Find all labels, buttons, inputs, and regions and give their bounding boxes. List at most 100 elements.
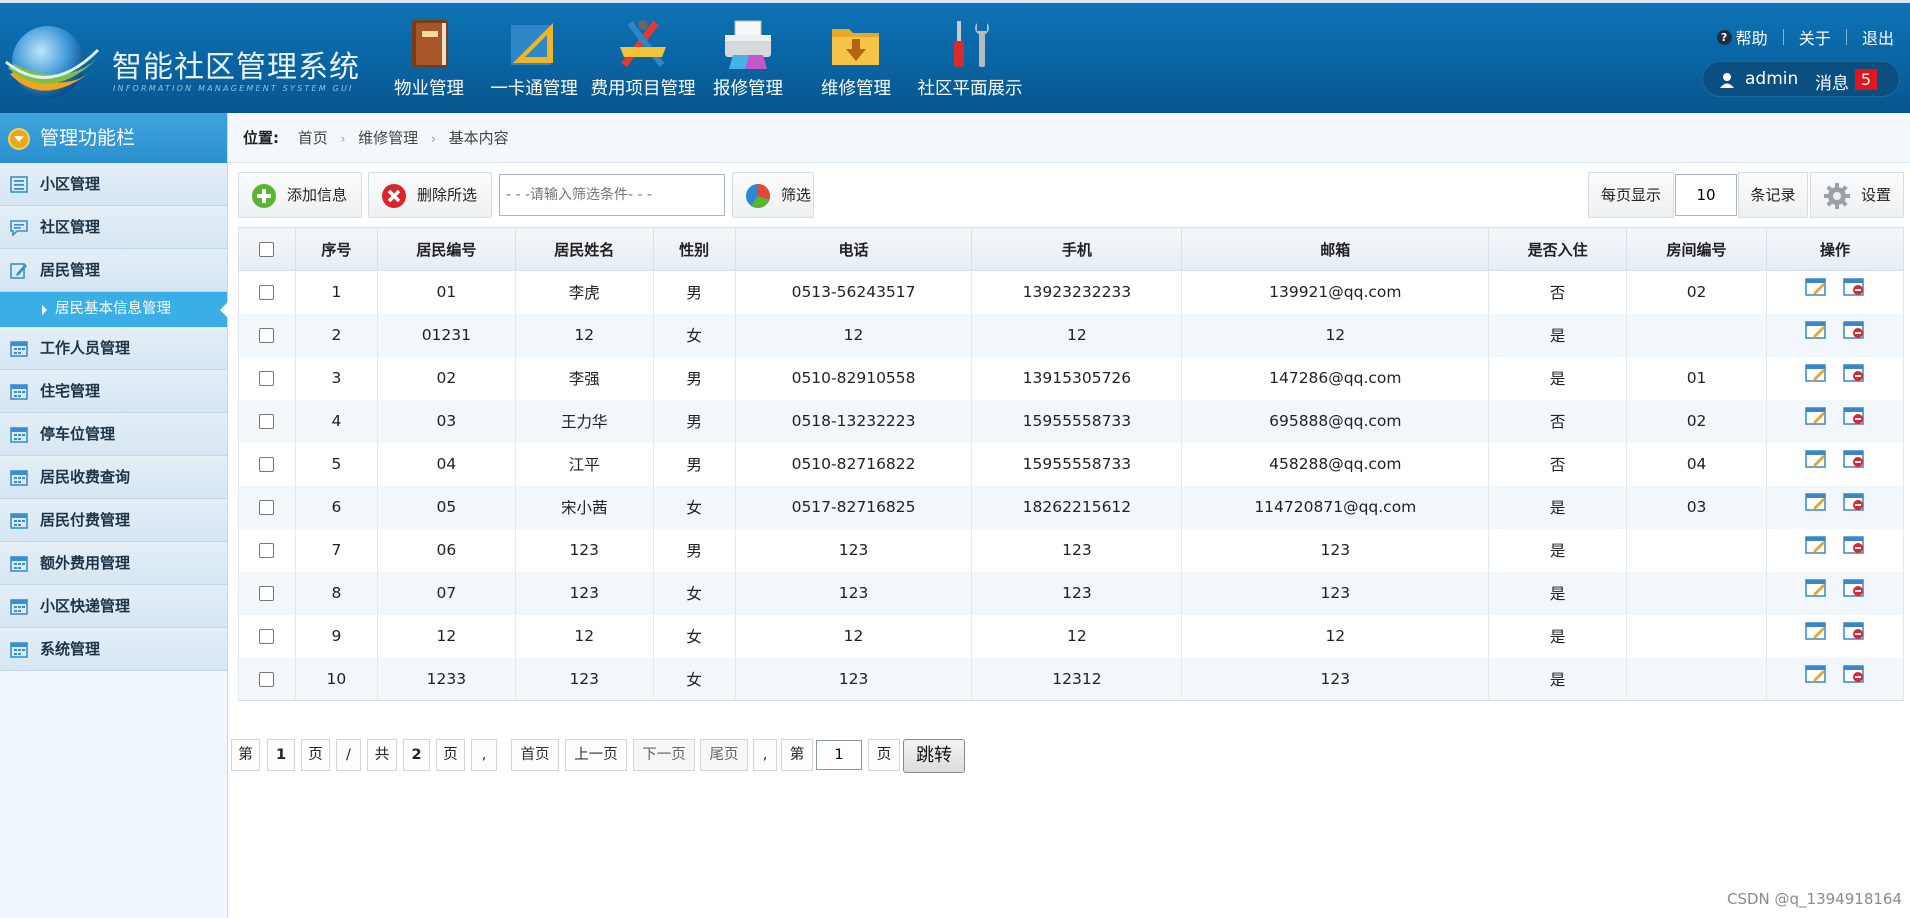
sidebar-item[interactable]: 小区快递管理 [0, 585, 227, 628]
breadcrumb-home[interactable]: 首页 [298, 129, 328, 147]
logout-link[interactable]: 退出 [1862, 25, 1894, 49]
row-checkbox[interactable] [259, 543, 275, 558]
column-header[interactable]: 性别 [652, 227, 736, 271]
user-bar: admin 消息 5 [1702, 61, 1900, 97]
edit-record-icon[interactable] [1805, 492, 1827, 512]
edit-record-icon[interactable] [1805, 320, 1827, 340]
nav-property-management[interactable]: 物业管理 [383, 15, 475, 105]
breadcrumb-maintenance[interactable]: 维修管理 [358, 129, 418, 147]
about-link[interactable]: 关于 [1799, 25, 1831, 49]
table-row: 4 03 王力华男 0518-13232223 15955558733 695888@qq… [238, 399, 1904, 443]
table-cell: 4 [294, 399, 378, 443]
sidebar-item[interactable]: 工作人员管理 [0, 327, 227, 370]
table-cell: 男 [652, 270, 736, 314]
table-cell: 04 [1626, 442, 1767, 486]
calendar-icon [10, 427, 28, 443]
username[interactable]: admin [1745, 69, 1798, 89]
delete-record-icon[interactable] [1843, 320, 1865, 340]
sidebar-item[interactable]: 居民收费查询 [0, 456, 227, 499]
next-page-button[interactable]: 下一页 [633, 739, 695, 771]
jump-page-input[interactable] [816, 740, 862, 770]
table-cell: 123 [734, 657, 973, 701]
sidebar-subitem-resident-basic-info[interactable]: 居民基本信息管理 [0, 292, 228, 327]
calendar-icon [10, 384, 28, 400]
delete-selected-button[interactable]: 删除所选 [368, 172, 492, 218]
row-checkbox[interactable] [259, 328, 275, 343]
row-checkbox[interactable] [259, 586, 275, 601]
sidebar-item[interactable]: 社区管理 [0, 206, 227, 249]
pager-text: 页 [436, 739, 465, 771]
plus-circle-icon [252, 184, 276, 208]
row-actions [1766, 356, 1904, 400]
select-all-checkbox[interactable] [259, 242, 275, 257]
column-header[interactable]: 序号 [294, 227, 378, 271]
sidebar-item[interactable]: 系统管理 [0, 628, 227, 671]
nav-card-management[interactable]: 一卡通管理 [484, 15, 584, 105]
column-header[interactable]: 居民编号 [376, 227, 516, 271]
delete-record-icon[interactable] [1843, 535, 1865, 555]
row-checkbox[interactable] [259, 457, 275, 472]
sidebar-item[interactable]: 额外费用管理 [0, 542, 227, 585]
delete-record-icon[interactable] [1843, 363, 1865, 383]
delete-record-icon[interactable] [1843, 277, 1865, 297]
add-info-button[interactable]: 添加信息 [238, 172, 362, 218]
table-cell: 2 [294, 313, 378, 357]
edit-record-icon[interactable] [1805, 621, 1827, 641]
table-cell: 123 [514, 571, 654, 615]
row-checkbox[interactable] [259, 371, 275, 386]
messages-count-badge[interactable]: 5 [1855, 69, 1877, 90]
per-page-input[interactable] [1675, 174, 1737, 216]
table-cell: 123 [514, 657, 654, 701]
edit-record-icon[interactable] [1805, 578, 1827, 598]
sidebar-item[interactable]: 居民付费管理 [0, 499, 227, 542]
column-header[interactable]: 房间编号 [1626, 227, 1767, 271]
table-cell: 139921@qq.com [1181, 270, 1490, 314]
help-link[interactable]: ? 帮助 [1716, 25, 1768, 49]
sidebar-header[interactable]: 管理功能栏 [0, 113, 227, 163]
delete-record-icon[interactable] [1843, 578, 1865, 598]
edit-record-icon[interactable] [1805, 449, 1827, 469]
table-cell: 02 [376, 356, 516, 400]
table-cell: 男 [652, 528, 736, 572]
table-cell [1626, 657, 1767, 701]
last-page-button[interactable]: 尾页 [700, 739, 748, 771]
column-header[interactable]: 手机 [971, 227, 1183, 271]
delete-record-icon[interactable] [1843, 449, 1865, 469]
row-checkbox[interactable] [259, 500, 275, 515]
edit-record-icon[interactable] [1805, 406, 1827, 426]
nav-repair-report[interactable]: 报修管理 [706, 15, 790, 105]
nav-fee-items[interactable]: 费用项目管理 [588, 15, 698, 105]
table-cell [1626, 571, 1767, 615]
column-header[interactable]: 电话 [734, 227, 973, 271]
nav-community-map[interactable]: 社区平面展示 [914, 15, 1026, 105]
delete-record-icon[interactable] [1843, 621, 1865, 641]
sidebar-item[interactable]: 停车位管理 [0, 413, 227, 456]
settings-button[interactable]: 设置 [1810, 172, 1904, 218]
column-header[interactable]: 是否入住 [1488, 227, 1628, 271]
sidebar-item[interactable]: 住宅管理 [0, 370, 227, 413]
delete-record-icon[interactable] [1843, 492, 1865, 512]
nav-maintenance[interactable]: 维修管理 [814, 15, 898, 105]
edit-record-icon[interactable] [1805, 277, 1827, 297]
row-checkbox[interactable] [259, 629, 275, 644]
filter-input[interactable] [499, 174, 725, 216]
row-checkbox[interactable] [259, 414, 275, 429]
sidebar-item[interactable]: 小区管理 [0, 163, 227, 206]
column-header[interactable]: 邮箱 [1181, 227, 1490, 271]
table-cell: 是 [1488, 356, 1628, 400]
filter-button[interactable]: 筛选 [732, 172, 814, 218]
first-page-button[interactable]: 首页 [511, 739, 559, 771]
jump-button[interactable]: 跳转 [903, 739, 965, 773]
delete-record-icon[interactable] [1843, 406, 1865, 426]
row-checkbox[interactable] [259, 285, 275, 301]
delete-record-icon[interactable] [1843, 664, 1865, 684]
sidebar-item-label: 居民管理 [40, 261, 101, 279]
edit-record-icon[interactable] [1805, 535, 1827, 555]
column-header[interactable]: 居民姓名 [514, 227, 654, 271]
prev-page-button[interactable]: 上一页 [565, 739, 627, 771]
edit-record-icon[interactable] [1805, 664, 1827, 684]
sidebar-item[interactable]: 居民管理 [0, 249, 227, 292]
row-checkbox[interactable] [259, 671, 275, 687]
messages-link[interactable]: 消息 [1815, 69, 1849, 94]
edit-record-icon[interactable] [1805, 363, 1827, 383]
